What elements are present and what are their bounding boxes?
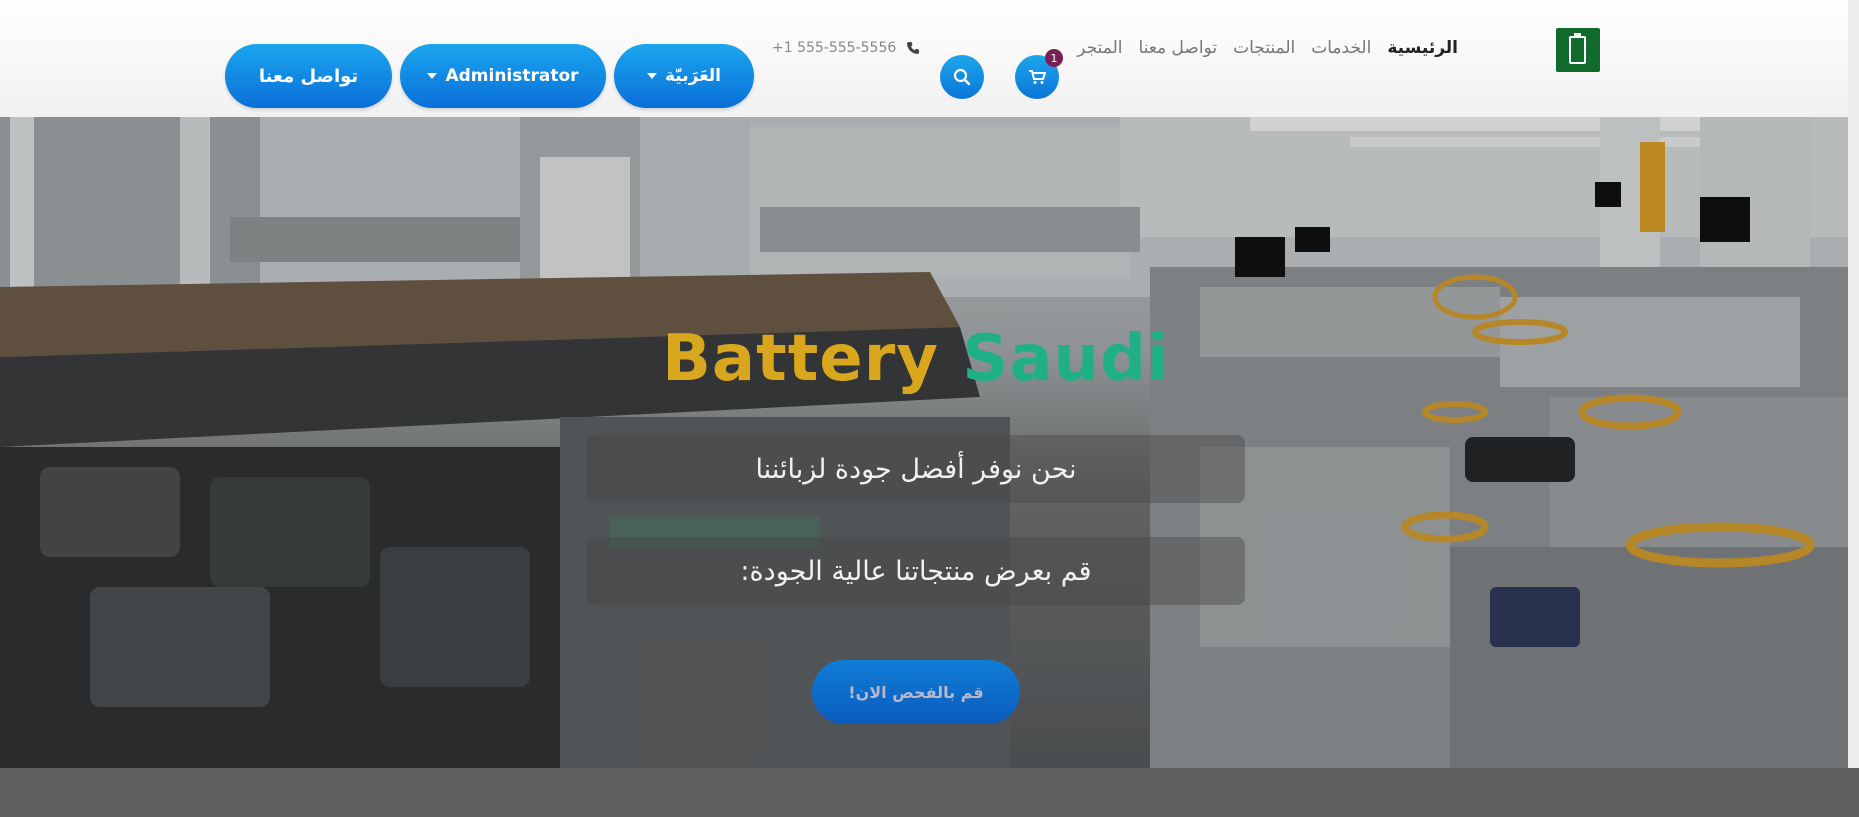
- contact-button[interactable]: تواصل معنا: [225, 44, 392, 108]
- language-label: العَرَبيّة: [664, 66, 721, 86]
- phone-contact[interactable]: +1 555-555-5556: [772, 40, 920, 56]
- nav-item-shop[interactable]: المتجر: [1077, 38, 1122, 58]
- site-header: الرئيسية الخدمات المنتجات تواصل معنا الم…: [0, 0, 1848, 117]
- phone-icon: [907, 42, 920, 54]
- nav-item-contact[interactable]: تواصل معنا: [1139, 38, 1218, 58]
- user-label: Administrator: [445, 66, 579, 86]
- user-dropdown[interactable]: Administrator: [400, 44, 606, 108]
- caret-down-icon: [427, 73, 438, 79]
- hero-caption-2-text: قم بعرض منتجاتنا عالية الجودة:: [740, 555, 1092, 587]
- hero-caption-1: نحن نوفر أفضل جودة لزبائننا: [587, 435, 1245, 503]
- search-icon: [953, 68, 971, 86]
- hero-title-word2: Saudi: [962, 322, 1170, 396]
- cta-label: قم بالفحص الان!: [848, 682, 984, 702]
- nav-item-home[interactable]: الرئيسية: [1387, 38, 1458, 58]
- language-dropdown[interactable]: العَرَبيّة: [614, 44, 754, 108]
- hero-caption-2: قم بعرض منتجاتنا عالية الجودة:: [587, 537, 1245, 605]
- cart-icon: [1029, 70, 1046, 84]
- logo-icon[interactable]: [1556, 28, 1600, 72]
- page-footer-band: [0, 768, 1859, 817]
- phone-number: +1 555-555-5556: [772, 40, 897, 56]
- cta-check-now-button[interactable]: قم بالفحص الان!: [812, 660, 1020, 724]
- contact-label: تواصل معنا: [258, 65, 359, 87]
- search-button[interactable]: [940, 55, 984, 99]
- hero-caption-1-text: نحن نوفر أفضل جودة لزبائننا: [755, 453, 1077, 485]
- nav-item-products[interactable]: المنتجات: [1233, 38, 1295, 58]
- hero-section: Battery Saudi نحن نوفر أفضل جودة لزبائنن…: [0, 117, 1848, 768]
- hero-title-word1: Battery: [662, 322, 939, 396]
- caret-down-icon: [646, 73, 657, 79]
- hero-title: Battery Saudi: [0, 322, 1840, 396]
- main-nav: الرئيسية الخدمات المنتجات تواصل معنا الم…: [1077, 38, 1458, 58]
- nav-item-services[interactable]: الخدمات: [1311, 38, 1371, 58]
- page-scrollbar[interactable]: [1848, 0, 1859, 768]
- cart-button[interactable]: 1: [1015, 49, 1063, 99]
- cart-count-badge: 1: [1045, 49, 1063, 67]
